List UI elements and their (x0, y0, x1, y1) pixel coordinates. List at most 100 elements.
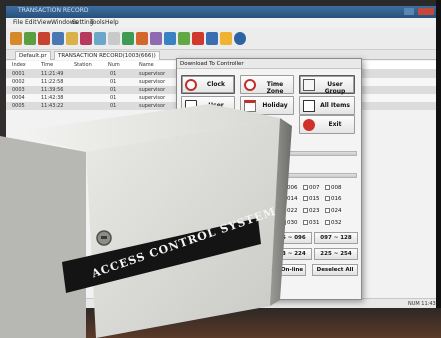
info-icon[interactable] (234, 32, 246, 45)
list-icon (303, 100, 315, 112)
menu-help[interactable]: Help (105, 19, 119, 26)
holiday-button-label: Holiday (262, 102, 288, 109)
range-193-224-button[interactable]: 193 ~ 224 (268, 248, 312, 260)
close-window-button[interactable] (418, 8, 434, 15)
menu-tools[interactable]: Tools (90, 19, 105, 26)
menu-file[interactable]: File (13, 19, 23, 26)
controller-checkbox[interactable]: 032 (325, 220, 342, 227)
controller-checkbox[interactable]: 031 (303, 220, 320, 227)
menu-view[interactable]: View (37, 19, 51, 26)
open-icon[interactable] (10, 32, 22, 45)
user-group-icon (303, 79, 315, 91)
cell-time: 11:43:22 (41, 103, 64, 109)
tab-transaction-record[interactable]: TRANSACTION RECORD(1003(666)) (54, 51, 160, 60)
exit-icon (303, 119, 315, 131)
settings-icon[interactable] (178, 32, 190, 45)
cell-name: supervisor (139, 103, 166, 109)
cell-num: 01 (110, 95, 117, 101)
cell-index: 0004 (12, 95, 25, 101)
card-icon[interactable] (80, 32, 92, 45)
connect-icon[interactable] (24, 32, 36, 45)
all-online-button[interactable]: All On-line (268, 264, 306, 276)
all-items-button[interactable]: All Items (299, 96, 355, 115)
controller-checkbox[interactable]: 006 (281, 185, 298, 192)
exit-button[interactable]: Exit (299, 115, 355, 134)
holiday-button[interactable]: Holiday (240, 96, 294, 115)
desk-surface (0, 308, 441, 338)
user-group-button-label: User Group (324, 81, 346, 95)
range-225-254-button[interactable]: 225 ~ 254 (314, 248, 358, 260)
controller-checkbox[interactable]: 030 (281, 220, 298, 227)
stop-icon[interactable] (192, 32, 204, 45)
time-zone-icon (244, 79, 256, 91)
calendar-icon (244, 100, 256, 112)
help-icon[interactable] (220, 32, 232, 45)
cell-index: 0002 (12, 79, 25, 85)
cell-num: 01 (110, 87, 117, 93)
controller-checkbox[interactable]: 008 (325, 185, 342, 192)
cell-name: supervisor (139, 71, 166, 77)
menu-edit[interactable]: Edit (25, 19, 37, 26)
monitor-icon[interactable] (206, 32, 218, 45)
controller-checkbox[interactable]: 023 (303, 208, 320, 215)
user-icon[interactable] (52, 32, 64, 45)
cell-name: supervisor (139, 95, 166, 101)
monitor-screen: TRANSACTION RECORD File Edit View Window… (6, 6, 438, 310)
controller-checkbox[interactable]: 016 (325, 196, 342, 203)
download-icon[interactable] (38, 32, 50, 45)
deselect-all-button[interactable]: Deselect All (312, 264, 358, 276)
cell-name: supervisor (139, 79, 166, 85)
clock-button-label: Clock (206, 81, 226, 88)
group-icon[interactable] (150, 32, 162, 45)
all-items-button-label: All Items (320, 102, 350, 109)
window-titlebar: TRANSACTION RECORD (6, 6, 438, 18)
minimize-button[interactable] (404, 8, 414, 15)
door-icon[interactable] (94, 32, 106, 45)
cell-num: 01 (110, 103, 117, 109)
column-header-index: Index (12, 62, 26, 68)
dialog-title: Download To Controller (180, 61, 244, 67)
controller-checkbox[interactable]: 022 (281, 208, 298, 215)
controller-checkbox[interactable]: 024 (325, 208, 342, 215)
cell-num: 01 (110, 79, 117, 85)
user-group-button[interactable]: User Group (299, 75, 355, 95)
clock-icon (185, 79, 197, 91)
folder-icon[interactable] (66, 32, 78, 45)
cell-index: 0001 (12, 71, 25, 77)
controller-checkbox[interactable]: 015 (303, 196, 320, 203)
menu-bar: File Edit View Windows Setting Tools Hel… (6, 18, 438, 28)
download-dialog: Download To Controller Clock Time Zone U… (176, 58, 362, 300)
column-header-num: Num (108, 62, 120, 68)
exit-button-label: Exit (328, 121, 342, 128)
range-065-096-button[interactable]: 065 ~ 096 (268, 232, 312, 244)
range-097-128-button[interactable]: 097 ~ 128 (314, 232, 358, 244)
cell-time: 11:22:58 (41, 79, 64, 85)
photo-scene: TRANSACTION RECORD File Edit View Window… (0, 0, 441, 338)
status-right: NUM 11:43 (408, 301, 436, 307)
cell-time: 11:39:56 (41, 87, 64, 93)
time-zone-button-label: Time Zone (266, 81, 284, 95)
controller-checkbox[interactable]: 014 (281, 196, 298, 203)
window-title: TRANSACTION RECORD (18, 7, 89, 14)
time-zone-button[interactable]: Time Zone (240, 75, 294, 95)
calendar-icon[interactable] (164, 32, 176, 45)
group-separator (181, 173, 357, 178)
record-icon[interactable] (122, 32, 134, 45)
user-card-button[interactable]: User Card (181, 96, 235, 116)
cell-time: 11:42:38 (41, 95, 64, 101)
report-icon[interactable] (108, 32, 120, 45)
column-header-name: Name (139, 62, 154, 68)
column-header-time: Time (41, 62, 54, 68)
controller-checkbox[interactable]: 007 (303, 185, 320, 192)
user-card-icon (185, 100, 197, 112)
cell-index: 0003 (12, 87, 25, 93)
alarm-icon[interactable] (136, 32, 148, 45)
clock-button[interactable]: Clock (181, 75, 235, 94)
user-card-button-label: User Card (208, 102, 224, 116)
tab-default[interactable]: Default.pr (15, 51, 51, 60)
cell-name: supervisor (139, 87, 166, 93)
cell-index: 0005 (12, 103, 25, 109)
status-left: Pres (8, 301, 19, 307)
group-separator (181, 151, 357, 156)
column-header-station: Station (74, 62, 92, 68)
